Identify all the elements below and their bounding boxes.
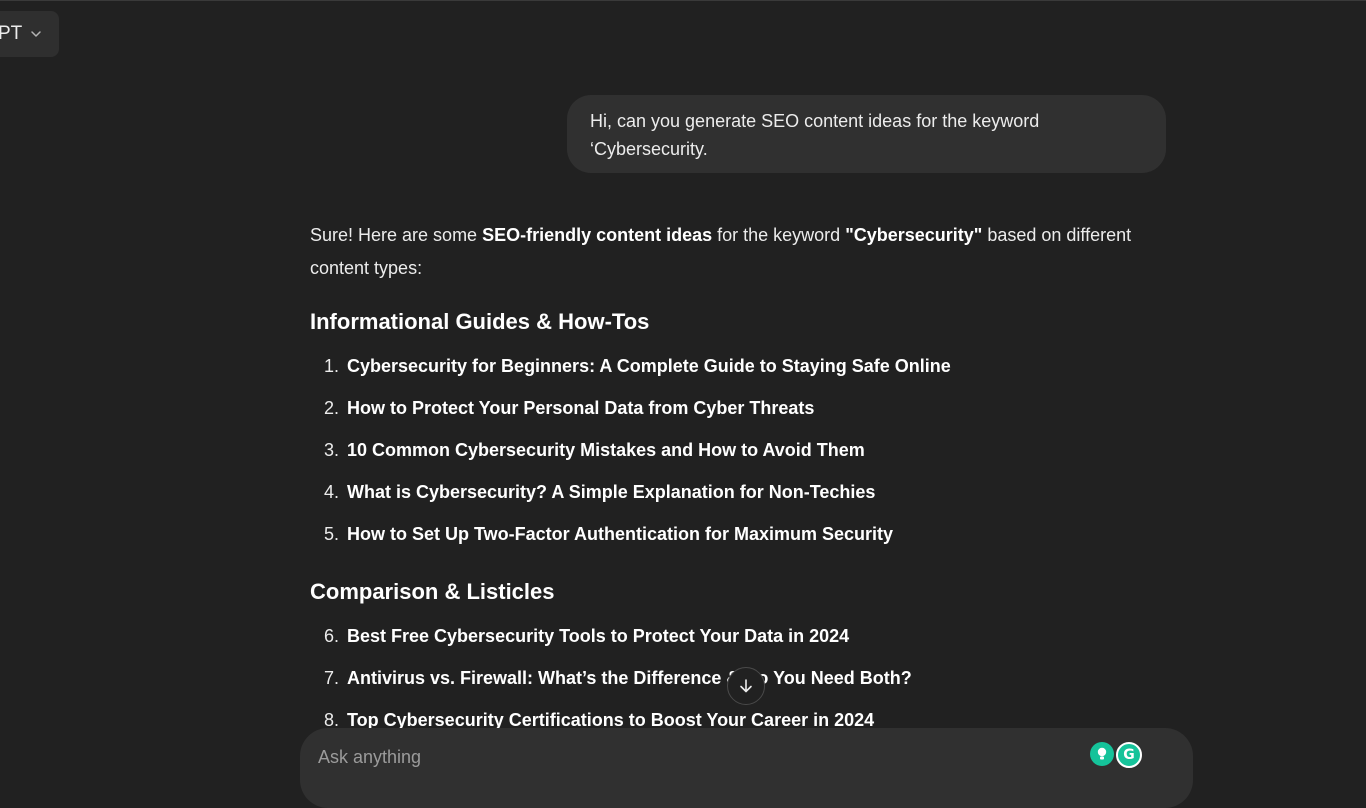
list-number: 4. <box>323 482 339 502</box>
list-item-text: How to Set Up Two-Factor Authentication … <box>347 524 894 544</box>
list-item: 1. Cybersecurity for Beginners: A Complet… <box>310 345 951 387</box>
list-number: 6. <box>323 626 339 646</box>
assistant-message: Sure! Here are some SEO-friendly content… <box>310 219 1170 730</box>
list-item-text: How to Protect Your Personal Data from C… <box>347 398 815 418</box>
list-number: 8. <box>323 710 339 730</box>
list-number: 1. <box>323 356 339 376</box>
intro-bold-text: SEO-friendly content ideas <box>482 225 713 245</box>
list-item: 4. What is Cybersecurity? A Simple Explan… <box>310 471 951 513</box>
user-message-line: ‘Cybersecurity. <box>590 139 708 159</box>
list-item: 3. 10 Common Cybersecurity Mistakes and H… <box>310 429 951 471</box>
list-item-text: Cybersecurity for Beginners: A Complete … <box>347 356 951 376</box>
list-number: 5. <box>323 524 339 544</box>
list-item-text: Antivirus vs. Firewall: What’s the Diffe… <box>347 668 912 688</box>
list-item: 7. Antivirus vs. Firewall: What’s the Dif… <box>310 657 912 699</box>
intro-bold-keyword: "Cybersecurity" <box>845 225 983 245</box>
list-item-text: Top Cybersecurity Certifications to Boos… <box>347 710 875 730</box>
arrow-down-icon <box>740 679 752 693</box>
list-item-text: Best Free Cybersecurity Tools to Protect… <box>347 626 850 646</box>
grammarly-icon[interactable]: G <box>1116 742 1142 768</box>
intro-text: Sure! Here are some <box>310 225 483 245</box>
list-item-text: What is Cybersecurity? A Simple Explanat… <box>347 482 876 502</box>
list-number: 2. <box>323 398 339 418</box>
extension-icons: G <box>1090 742 1142 768</box>
ideas-list: 1. Cybersecurity for Beginners: A Complet… <box>310 345 951 555</box>
ideas-list: 6. Best Free Cybersecurity Tools to Prote… <box>310 615 912 741</box>
user-message-bubble: Hi, can you generate SEO content ideas f… <box>567 95 1166 173</box>
list-number: 7. <box>323 668 339 688</box>
assistant-intro: Sure! Here are some SEO-friendly content… <box>310 219 1170 285</box>
top-divider <box>0 0 1366 1</box>
list-number: 3. <box>323 440 339 460</box>
message-composer: G <box>300 728 1193 808</box>
lightbulb-icon[interactable] <box>1090 742 1114 766</box>
list-item-text: 10 Common Cybersecurity Mistakes and How… <box>347 440 865 460</box>
list-item: 6. Best Free Cybersecurity Tools to Prote… <box>310 615 912 657</box>
intro-text: for the keyword <box>712 225 846 245</box>
list-item: 2. How to Protect Your Personal Data from… <box>310 387 951 429</box>
model-selector-button[interactable]: PT <box>0 11 59 57</box>
section-heading: Comparison & Listicles <box>310 579 555 604</box>
message-input[interactable] <box>318 744 1058 770</box>
section-heading: Informational Guides & How-Tos <box>310 309 650 334</box>
grammarly-letter: G <box>1123 747 1135 763</box>
chevron-down-icon <box>31 31 42 37</box>
list-item: 5. How to Set Up Two-Factor Authenticatio… <box>310 513 951 555</box>
user-message-line: Hi, can you generate SEO content ideas f… <box>590 111 1040 131</box>
model-label: PT <box>0 23 23 44</box>
scroll-to-bottom-button[interactable] <box>727 667 765 705</box>
